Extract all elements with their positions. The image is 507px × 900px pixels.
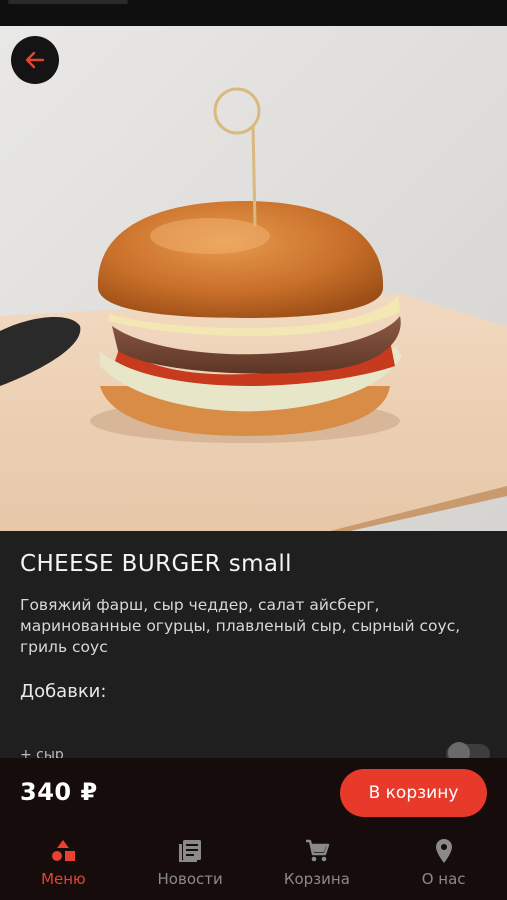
product-image	[0, 26, 507, 531]
add-to-cart-button[interactable]: В корзину	[340, 769, 487, 817]
nav-item-about[interactable]: О нас	[380, 828, 507, 900]
nav-item-menu[interactable]: Меню	[0, 828, 127, 900]
status-bar	[0, 0, 507, 26]
nav-item-news[interactable]: Новости	[127, 828, 254, 900]
order-bar: 340 ₽ В корзину	[0, 758, 507, 828]
nav-item-cart[interactable]: Корзина	[254, 828, 381, 900]
nav-label-menu: Меню	[41, 870, 86, 888]
product-price: 340 ₽	[20, 778, 98, 806]
nav-label-about: О нас	[421, 870, 466, 888]
back-button[interactable]	[11, 36, 59, 84]
nav-label-news: Новости	[157, 870, 223, 888]
arrow-left-icon	[25, 51, 45, 69]
addon-toggle[interactable]	[446, 742, 490, 758]
cart-icon	[305, 839, 330, 862]
bottom-nav: Меню Новости Корзина О нас	[0, 828, 507, 900]
nav-label-cart: Корзина	[283, 870, 350, 888]
addons-heading: Добавки:	[20, 681, 107, 702]
product-title: CHEESE BURGER small	[20, 551, 292, 577]
location-pin-icon	[435, 839, 452, 863]
news-icon	[179, 840, 202, 862]
product-details: CHEESE BURGER small Говяжий фарш, сыр че…	[0, 531, 507, 758]
shapes-icon	[52, 840, 76, 861]
product-description: Говяжий фарш, сыр чеддер, салат айсберг,…	[20, 596, 461, 656]
addon-item-label: + сыр	[20, 747, 64, 758]
